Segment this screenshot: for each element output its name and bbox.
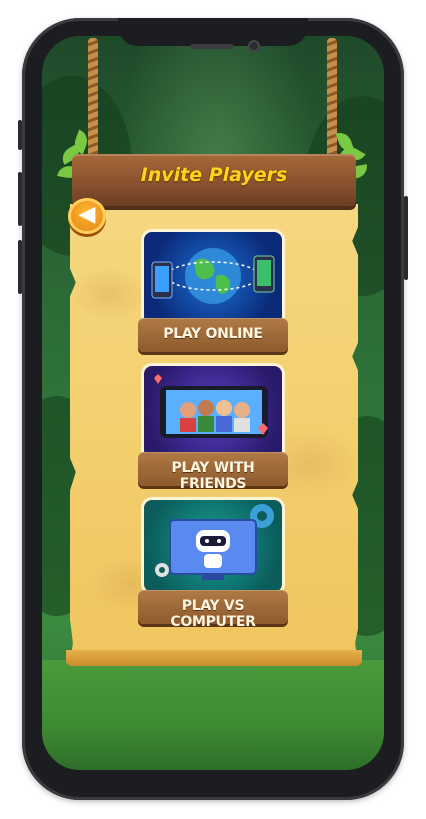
- play-vs-computer-button[interactable]: PLAY VS COMPUTER: [138, 590, 288, 630]
- volume-down-button: [18, 240, 22, 294]
- mute-switch: [18, 120, 22, 150]
- parchment-bottom-edge: [66, 650, 362, 666]
- rope-left: [88, 38, 98, 166]
- play-with-friends-label: PLAY WITH FRIENDS: [171, 460, 255, 492]
- play-vs-computer-card[interactable]: [144, 500, 282, 592]
- play-vs-computer-label: PLAY VS COMPUTER: [170, 598, 256, 630]
- power-button: [404, 196, 408, 280]
- phone-notch: [118, 18, 308, 46]
- globe-phones-icon: [151, 248, 275, 304]
- play-online-button[interactable]: PLAY ONLINE: [138, 318, 288, 352]
- robot-monitor-icon: [155, 504, 274, 580]
- volume-up-button: [18, 172, 22, 226]
- page-title: Invite Players: [140, 164, 288, 186]
- friends-tablet-icon: [154, 374, 268, 438]
- back-button[interactable]: ◀: [68, 198, 106, 234]
- play-with-friends-card[interactable]: [144, 366, 282, 458]
- play-online-card[interactable]: [144, 232, 282, 324]
- title-banner: Invite Players: [72, 154, 356, 206]
- arrow-left-icon: ◀: [78, 202, 96, 227]
- play-online-label: PLAY ONLINE: [163, 326, 263, 342]
- rope-right: [327, 38, 337, 166]
- grass-ground: [42, 660, 384, 770]
- camera-icon: [248, 40, 260, 52]
- speaker-icon: [190, 44, 234, 49]
- play-with-friends-button[interactable]: PLAY WITH FRIENDS: [138, 452, 288, 492]
